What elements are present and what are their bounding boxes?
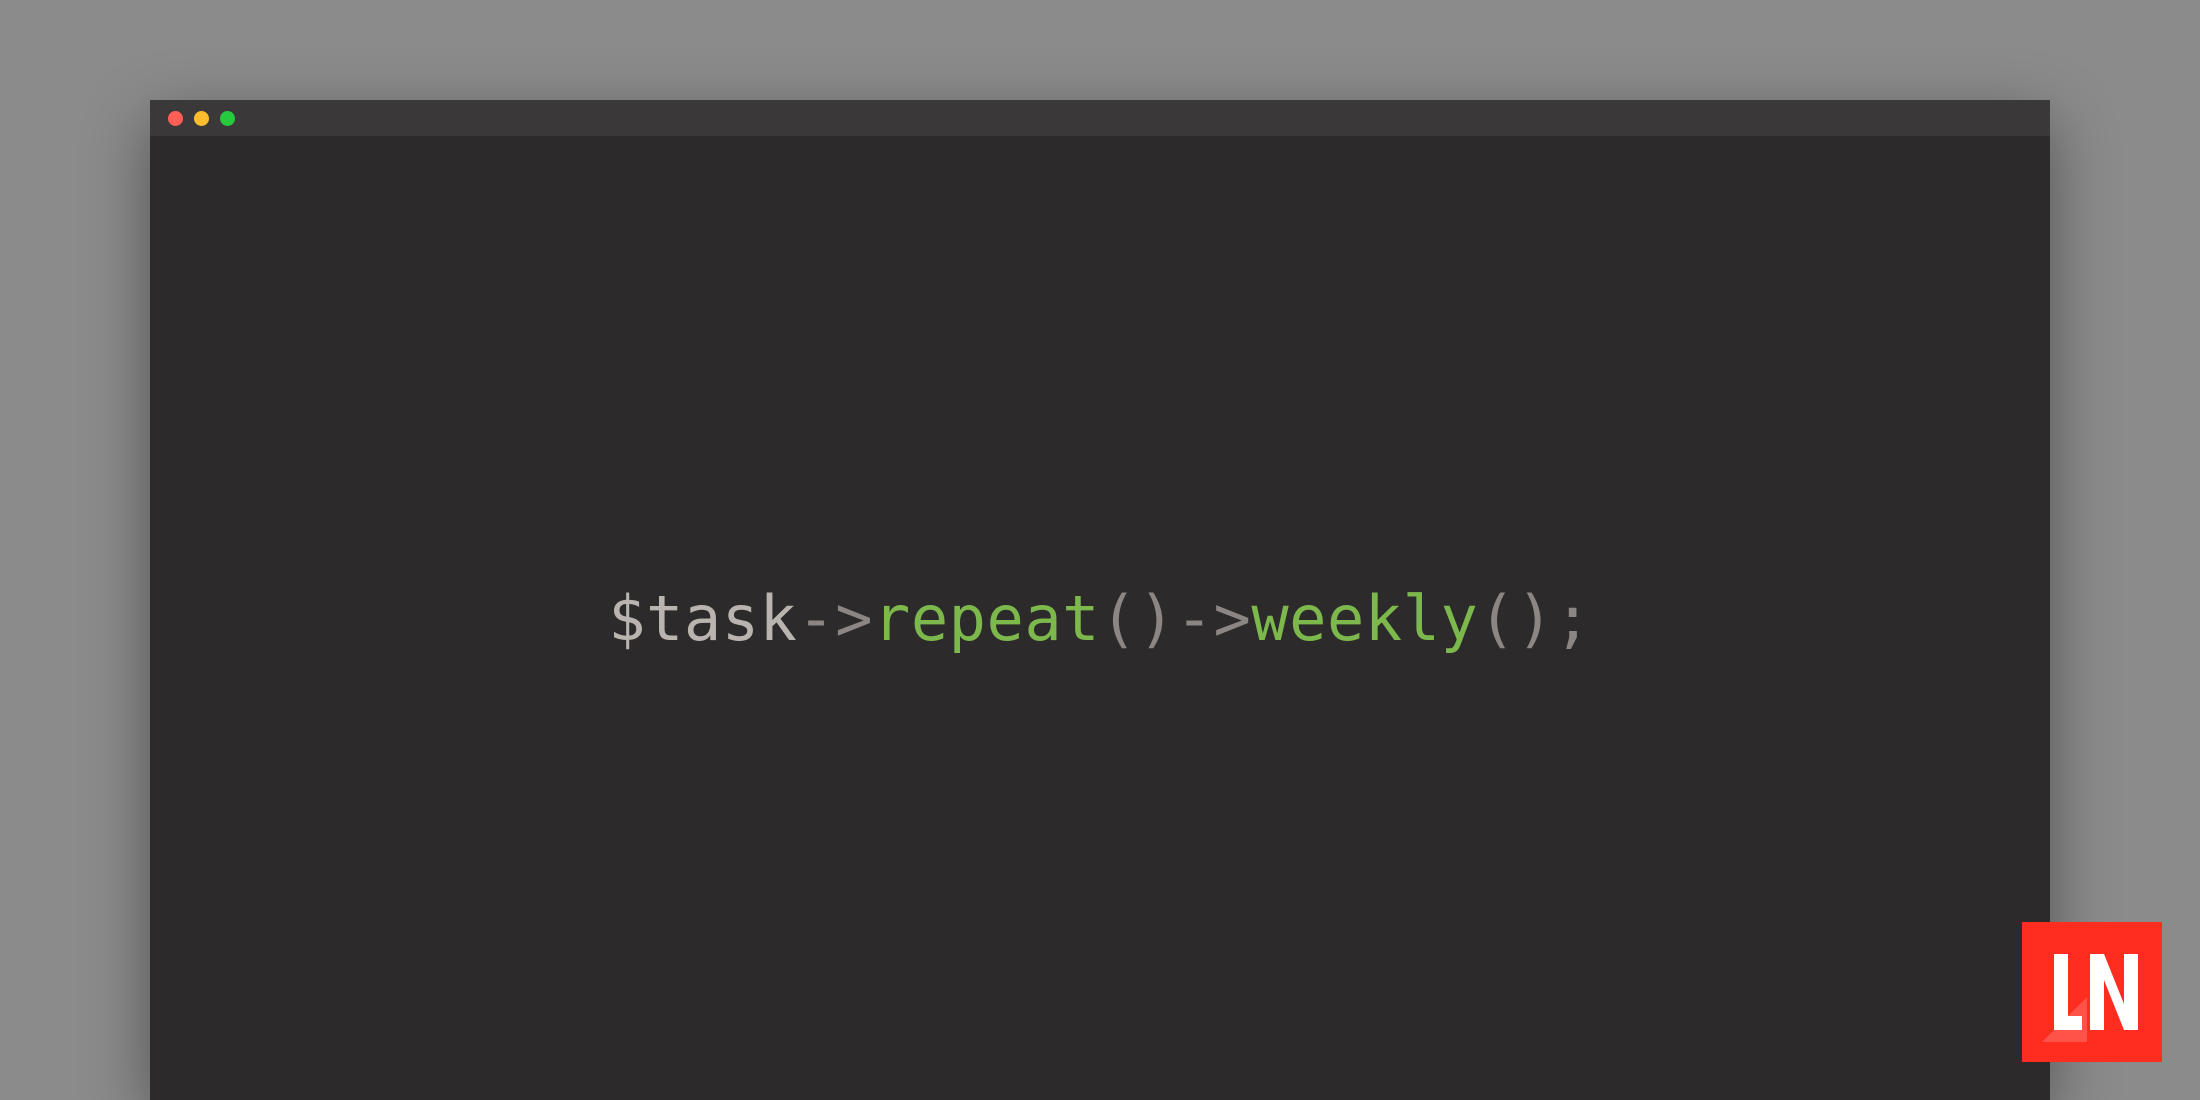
code-token-semicolon: ; [1554, 582, 1592, 655]
window-titlebar [150, 100, 2050, 136]
code-editor-window: $task->repeat()->weekly(); [150, 100, 2050, 1100]
code-line: $task->repeat()->weekly(); [608, 582, 1592, 655]
editor-body: $task->repeat()->weekly(); [150, 136, 2050, 1100]
code-token-parens: () [1478, 582, 1554, 655]
code-token-variable: $task [608, 582, 797, 655]
ln-logo-icon [2042, 942, 2142, 1042]
traffic-lights [168, 111, 235, 126]
code-token-arrow: -> [1176, 582, 1252, 655]
brand-logo-badge [2022, 922, 2162, 1062]
code-token-method: repeat [873, 582, 1100, 655]
close-icon[interactable] [168, 111, 183, 126]
maximize-icon[interactable] [220, 111, 235, 126]
code-token-method: weekly [1251, 582, 1478, 655]
minimize-icon[interactable] [194, 111, 209, 126]
code-token-arrow: -> [797, 582, 873, 655]
code-token-parens: () [1100, 582, 1176, 655]
